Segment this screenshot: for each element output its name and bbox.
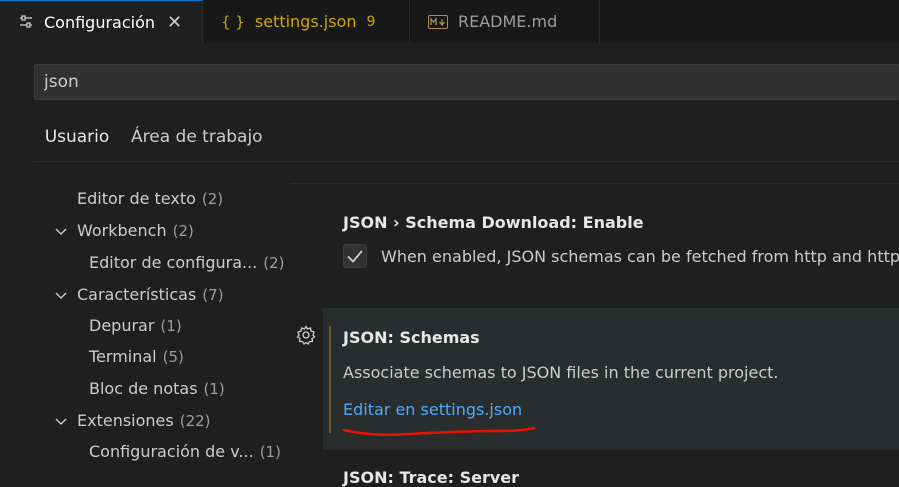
close-icon[interactable]: ✕: [167, 12, 182, 33]
editor-tab-bar: Configuración ✕ { } settings.json 9 READ…: [0, 0, 899, 43]
tree-item-bloc-de-notas[interactable]: Bloc de notas (1): [89, 379, 225, 398]
tree-item-workbench[interactable]: Workbench (2): [77, 221, 194, 240]
tree-item-label: Editor de configura...: [89, 253, 258, 272]
tree-item-count: (1): [203, 380, 225, 398]
tab-workspace-scope[interactable]: Área de trabajo: [131, 127, 263, 161]
problems-count-badge: 9: [366, 13, 376, 30]
setting-title-schema-download: JSON › Schema Download: Enable: [343, 213, 644, 232]
tree-item-count: (2): [172, 222, 194, 240]
modified-indicator: [329, 326, 331, 433]
schema-download-checkbox[interactable]: [343, 244, 367, 268]
edit-in-settings-json-link[interactable]: Editar en settings.json: [343, 400, 522, 419]
tree-item-count: (7): [202, 286, 224, 304]
setting-description: Associate schemas to JSON files in the c…: [343, 363, 779, 382]
tree-item-label: Bloc de notas: [89, 379, 198, 398]
tree-item-depurar[interactable]: Depurar (1): [89, 316, 182, 335]
tree-item-count: (1): [259, 443, 281, 461]
checkmark-icon: [347, 250, 363, 263]
tree-item-label: Editor de texto: [77, 189, 196, 208]
tree-item-count: (5): [162, 348, 184, 366]
tab-label: Configuración: [44, 12, 156, 32]
gear-icon[interactable]: [296, 325, 316, 345]
tree-item-count: (2): [263, 254, 285, 272]
tree-item-count: (2): [201, 190, 224, 208]
setting-name: Schemas: [399, 328, 480, 347]
panel-divider: [290, 183, 899, 184]
settings-search-box[interactable]: [34, 64, 899, 100]
tab-readme[interactable]: README.md: [410, 0, 600, 43]
tab-settings-json[interactable]: { } settings.json 9: [203, 0, 410, 43]
tree-item-configuracion-de-v[interactable]: Configuración de v... (1): [89, 442, 281, 461]
chevron-down-icon[interactable]: [54, 225, 68, 239]
chevron-down-icon[interactable]: [54, 415, 68, 429]
setting-description: When enabled, JSON schemas can be fetche…: [381, 247, 899, 266]
setting-name: Enable: [582, 213, 644, 232]
tree-item-label: Depurar: [89, 316, 155, 335]
markdown-icon: [428, 14, 448, 29]
setting-category: JSON:: [343, 468, 400, 487]
red-underline-annotation: [342, 426, 536, 437]
tree-item-editor-configuracion[interactable]: Editor de configura... (2): [89, 253, 285, 272]
tree-item-caracteristicas[interactable]: Características (7): [77, 285, 224, 304]
tree-item-extensiones[interactable]: Extensiones (22): [77, 411, 211, 430]
tab-label: settings.json: [254, 12, 357, 31]
tree-item-label: Workbench: [77, 221, 167, 240]
settings-search-input[interactable]: [35, 65, 899, 99]
tab-label: README.md: [458, 12, 558, 31]
tree-item-count: (1): [160, 317, 182, 335]
setting-category: JSON:: [343, 328, 400, 347]
braces-icon: { }: [221, 12, 245, 31]
tree-item-label: Extensiones: [77, 411, 174, 430]
tree-item-terminal[interactable]: Terminal (5): [89, 347, 184, 366]
scope-divider: [34, 161, 899, 162]
tree-item-count: (22): [179, 412, 211, 430]
setting-category: JSON › Schema Download:: [343, 213, 583, 232]
setting-title-schemas: JSON: Schemas: [343, 328, 480, 347]
tab-configuracion[interactable]: Configuración ✕: [0, 0, 203, 43]
setting-title-trace-server: JSON: Trace: Server: [343, 468, 519, 487]
settings-sliders-icon: [18, 14, 34, 30]
chevron-down-icon[interactable]: [54, 289, 68, 303]
setting-name: Trace: Server: [399, 468, 520, 487]
tree-item-label: Configuración de v...: [89, 442, 254, 461]
tree-item-label: Características: [77, 285, 197, 304]
tree-item-label: Terminal: [89, 347, 157, 366]
tab-user-scope[interactable]: Usuario: [34, 127, 120, 162]
tree-item-editor-texto[interactable]: Editor de texto (2): [77, 189, 223, 208]
